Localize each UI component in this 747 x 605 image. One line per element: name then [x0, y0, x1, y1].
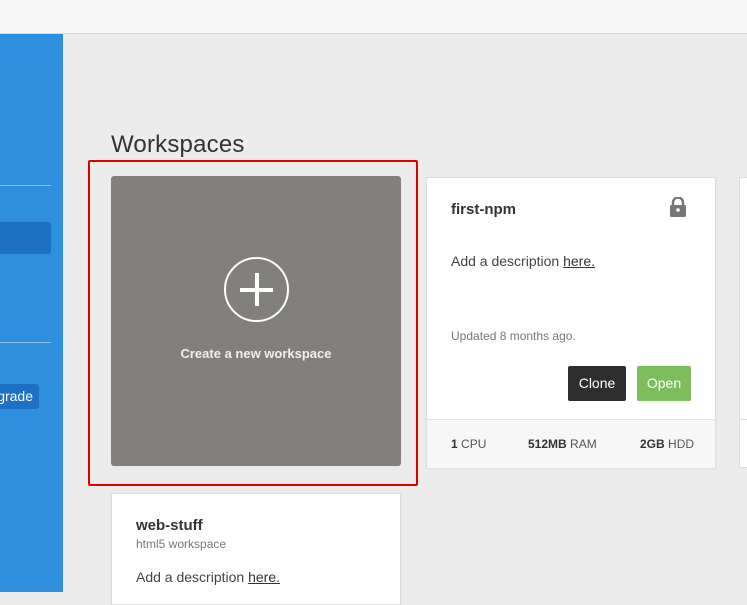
open-button[interactable]: Open — [637, 366, 691, 401]
page-title: Workspaces — [111, 131, 245, 158]
workspace-card-partial — [739, 177, 747, 468]
add-description-link[interactable]: here. — [248, 569, 280, 585]
hdd-unit: HDD — [668, 437, 695, 451]
workspace-type: html5 workspace — [136, 537, 227, 551]
workspace-description: Add a description here. — [136, 569, 280, 585]
upgrade-button-label: Upgrade — [0, 388, 33, 404]
ram-spec: 512MB RAM — [528, 437, 597, 451]
description-text: Add a description — [451, 253, 564, 269]
card-footer-divider — [740, 419, 747, 420]
plus-circle-icon — [224, 257, 289, 322]
clone-button[interactable]: Clone — [568, 366, 626, 401]
upgrade-button[interactable]: Upgrade — [0, 384, 39, 409]
workspace-name: first-npm — [451, 201, 516, 218]
add-description-link[interactable]: here. — [563, 253, 595, 269]
hdd-spec: 2GB HDD — [640, 437, 694, 451]
cpu-unit: CPU — [461, 437, 487, 451]
workspace-name: web-stuff — [136, 517, 203, 534]
sidebar-divider — [0, 185, 51, 186]
updated-timestamp: Updated 8 months ago. — [451, 329, 576, 343]
sidebar-item-active[interactable] — [0, 222, 51, 254]
sidebar: Upgrade — [0, 34, 63, 592]
workspace-card-web-stuff: web-stuff html5 workspace Add a descript… — [111, 493, 401, 605]
cpu-spec: 1 CPU — [451, 437, 486, 451]
top-bar — [0, 0, 747, 34]
create-workspace-label: Create a new workspace — [180, 346, 332, 361]
workspace-specs: 1 CPU 512MB RAM 2GB HDD — [427, 419, 715, 468]
create-workspace-card[interactable]: Create a new workspace — [111, 176, 401, 466]
workspace-description: Add a description here. — [451, 253, 595, 269]
workspace-card-first-npm: first-npm Add a description here. Update… — [426, 177, 716, 468]
lock-icon — [670, 197, 686, 217]
description-text: Add a description — [136, 569, 249, 585]
ram-value: 512MB — [528, 437, 567, 451]
sidebar-divider — [0, 342, 51, 343]
cpu-value: 1 — [451, 437, 458, 451]
ram-unit: RAM — [570, 437, 597, 451]
hdd-value: 2GB — [640, 437, 665, 451]
